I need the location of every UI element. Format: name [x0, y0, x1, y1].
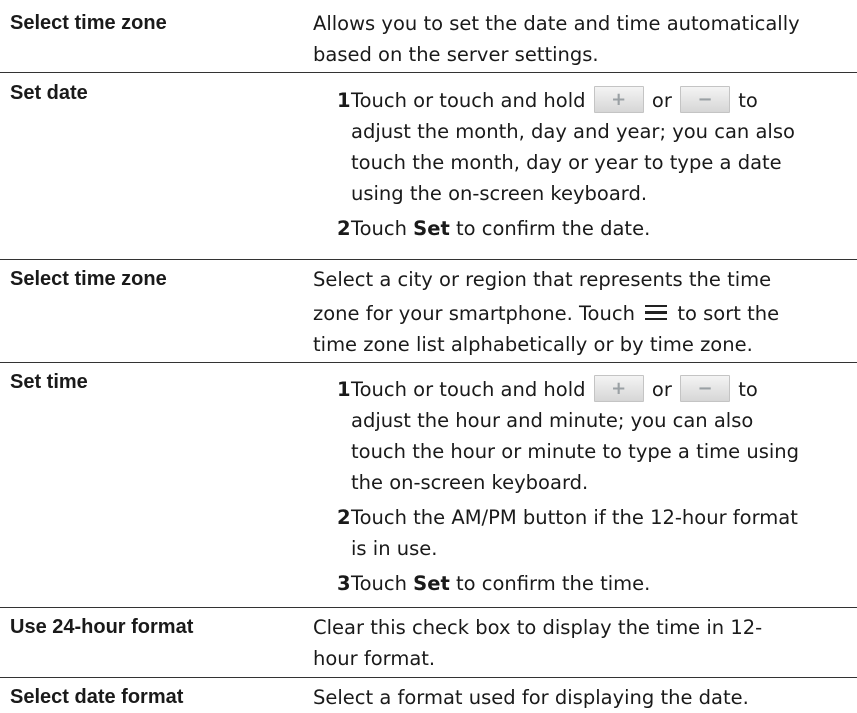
step-number: 1 — [337, 89, 351, 112]
menu-icon — [645, 304, 668, 321]
description-line: Clear this check box to display the time… — [313, 616, 763, 639]
step-text: Touch or touch and hold — [351, 89, 586, 112]
step-item: 2 Touch Set to confirm the date. — [337, 213, 851, 244]
table-row: Set date 1 Touch or touch and hold + or … — [0, 73, 857, 260]
row-description: Clear this check box to display the time… — [313, 612, 857, 677]
description-line: zone for your smartphone. Touch to sort … — [313, 302, 780, 325]
settings-table: Select time zone Allows you to set the d… — [0, 0, 857, 709]
step-number: 1 — [337, 378, 351, 401]
step-text: to — [738, 89, 758, 112]
description-line: Select a city or region that represents … — [313, 268, 772, 291]
step-text: Touch — [351, 217, 414, 240]
row-description: 1 Touch or touch and hold + or − to adju… — [313, 78, 857, 259]
step-text: Touch or touch and hold — [351, 378, 586, 401]
step-number: 2 — [337, 217, 351, 240]
description-line: based on the server settings. — [313, 43, 599, 66]
description-line: Select a format used for displaying the … — [313, 686, 749, 709]
row-description: Allows you to set the date and time auto… — [313, 8, 857, 72]
step-text: adjust the month, day and year; you can … — [351, 120, 795, 143]
minus-icon: − — [697, 378, 713, 399]
row-description: Select a format used for displaying the … — [313, 682, 857, 709]
row-term: Set time — [10, 371, 88, 393]
step-list: 1 Touch or touch and hold + or − to adju… — [313, 78, 851, 244]
step-text: or — [651, 378, 672, 401]
step-number: 3 — [337, 572, 351, 595]
plus-button-icon: + — [593, 86, 644, 113]
step-keyword: Set — [413, 217, 450, 240]
minus-button-icon: − — [680, 375, 731, 402]
table-row: Set time 1 Touch or touch and hold + or … — [0, 363, 857, 608]
step-text: using the on-screen keyboard. — [351, 182, 648, 205]
step-item: 3 Touch Set to confirm the time. — [337, 568, 851, 599]
table-row: Use 24-hour format Clear this check box … — [0, 608, 857, 678]
step-text: Touch — [351, 572, 414, 595]
row-term: Select time zone — [10, 12, 167, 34]
description-line: time zone list alphabetically or by time… — [313, 333, 753, 356]
table-row: Select time zone Allows you to set the d… — [0, 0, 857, 73]
table-row: Select time zone Select a city or region… — [0, 260, 857, 363]
step-text: Touch the AM/PM button if the 12-hour fo… — [351, 506, 798, 529]
description-line: Allows you to set the date and time auto… — [313, 12, 800, 35]
plus-icon: + — [611, 378, 627, 399]
minus-button-icon: − — [680, 86, 731, 113]
step-text: is in use. — [351, 537, 438, 560]
step-text: or — [651, 89, 672, 112]
table-row: Select date format Select a format used … — [0, 678, 857, 709]
step-text: touch the month, day or year to type a d… — [351, 151, 782, 174]
row-description: 1 Touch or touch and hold + or − to adju… — [313, 367, 857, 607]
step-text: adjust the hour and minute; you can also — [351, 409, 754, 432]
plus-icon: + — [611, 89, 627, 110]
step-text: to confirm the date. — [449, 217, 651, 240]
step-text: to — [738, 378, 758, 401]
step-number: 2 — [337, 506, 351, 529]
step-list: 1 Touch or touch and hold + or − to adju… — [313, 367, 851, 599]
step-text: the on-screen keyboard. — [351, 471, 589, 494]
step-keyword: Set — [413, 572, 450, 595]
row-term: Use 24-hour format — [10, 616, 194, 638]
description-line: hour format. — [313, 647, 436, 670]
row-term: Select date format — [10, 686, 184, 708]
step-item: 1 Touch or touch and hold + or − to adju… — [337, 85, 851, 209]
step-item: 2 Touch the AM/PM button if the 12-hour … — [337, 502, 851, 564]
row-term: Set date — [10, 82, 88, 104]
step-text: touch the hour or minute to type a time … — [351, 440, 800, 463]
plus-button-icon: + — [593, 375, 644, 402]
row-description: Select a city or region that represents … — [313, 264, 857, 362]
step-item: 1 Touch or touch and hold + or − to adju… — [337, 374, 851, 498]
row-term: Select time zone — [10, 268, 167, 290]
minus-icon: − — [697, 89, 713, 110]
step-text: to confirm the time. — [449, 572, 651, 595]
